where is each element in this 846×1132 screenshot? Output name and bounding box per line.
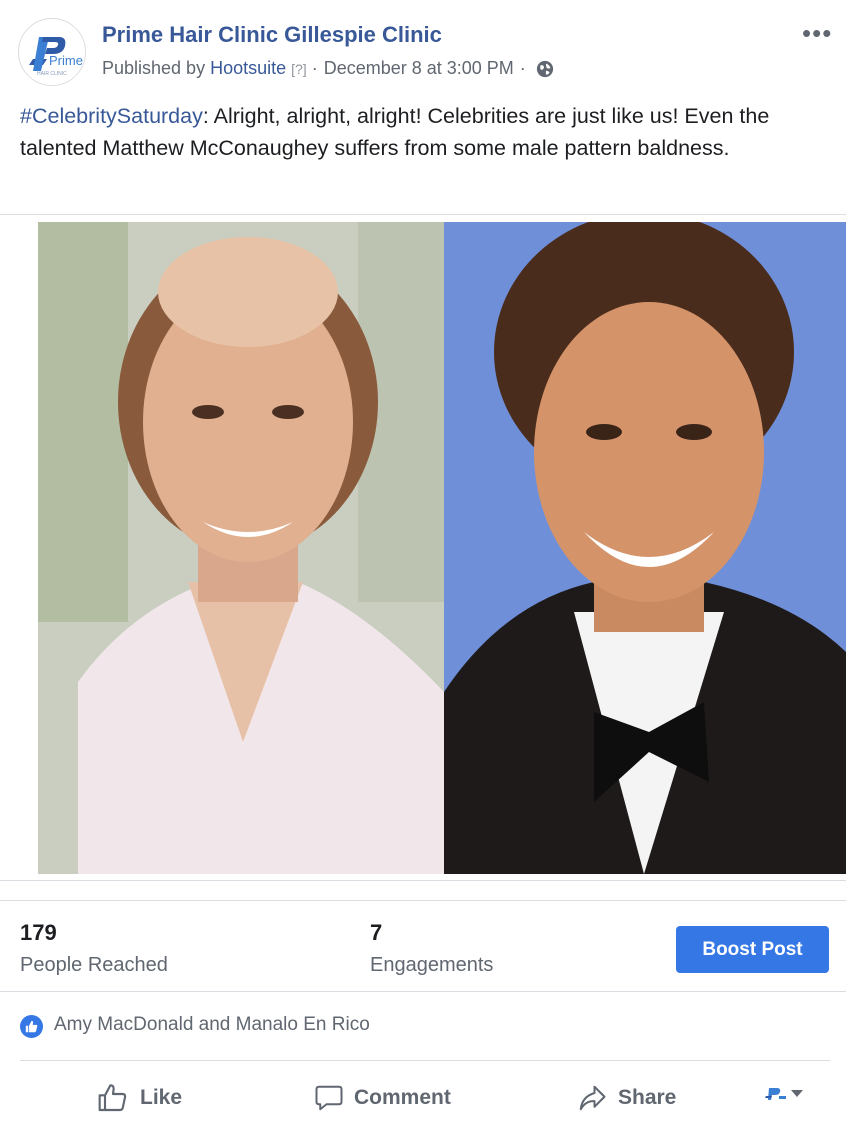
meta-separator: · <box>311 58 318 78</box>
divider <box>0 991 846 992</box>
logo-subtext: HAIR CLINIC <box>37 71 67 77</box>
divider <box>0 214 846 215</box>
comment-label: Comment <box>354 1086 451 1109</box>
image-right-half <box>444 222 846 874</box>
boost-post-button[interactable]: Boost Post <box>676 926 829 973</box>
divider <box>20 1060 830 1061</box>
prime-logo-icon: Prime HAIR CLINIC <box>20 20 85 85</box>
page-name-link[interactable]: Prime Hair Clinic Gillespie Clinic <box>102 22 442 48</box>
people-reached-stat[interactable]: 179 People Reached <box>20 920 168 977</box>
comment-button[interactable]: Comment <box>314 1078 451 1118</box>
like-button[interactable]: Like <box>96 1078 182 1118</box>
prime-mini-logo-icon <box>762 1084 790 1104</box>
share-button[interactable]: Share <box>576 1078 676 1118</box>
publisher-link[interactable]: Hootsuite <box>210 58 286 79</box>
people-reached-value: 179 <box>20 920 57 945</box>
chevron-down-icon <box>791 1090 803 1097</box>
more-options-button[interactable]: ••• <box>802 18 832 49</box>
published-by-label: Published by <box>102 58 206 78</box>
engagements-value: 7 <box>370 920 383 945</box>
speech-bubble-icon <box>315 1085 343 1111</box>
help-marker[interactable]: [?] <box>291 61 307 77</box>
post-as-selector[interactable] <box>762 1084 804 1104</box>
thumbs-up-icon <box>20 1015 43 1038</box>
post-meta: Published by Hootsuite [?] · December 8 … <box>102 58 554 79</box>
post-image[interactable] <box>38 222 846 874</box>
logo-text: Prime <box>49 53 83 68</box>
share-label: Share <box>618 1086 677 1109</box>
people-reached-label: People Reached <box>20 954 168 976</box>
thumbs-up-outline-icon <box>98 1084 127 1112</box>
image-left-half <box>38 222 444 874</box>
hashtag-link[interactable]: #CelebritySaturday <box>20 104 203 128</box>
like-label: Like <box>140 1086 183 1109</box>
post-text: #CelebritySaturday: Alright, alright, al… <box>20 100 830 164</box>
share-arrow-icon <box>579 1085 606 1111</box>
globe-icon[interactable] <box>536 60 554 78</box>
divider <box>0 880 846 881</box>
reactors-list[interactable]: Amy MacDonald and Manalo En Rico <box>54 1014 370 1036</box>
meta-separator-2: · <box>519 58 526 78</box>
divider <box>0 900 846 901</box>
engagements-label: Engagements <box>370 954 494 976</box>
engagements-stat[interactable]: 7 Engagements <box>370 920 493 977</box>
post-timestamp[interactable]: December 8 at 3:00 PM <box>324 58 514 79</box>
page-avatar[interactable]: Prime HAIR CLINIC <box>18 18 86 86</box>
